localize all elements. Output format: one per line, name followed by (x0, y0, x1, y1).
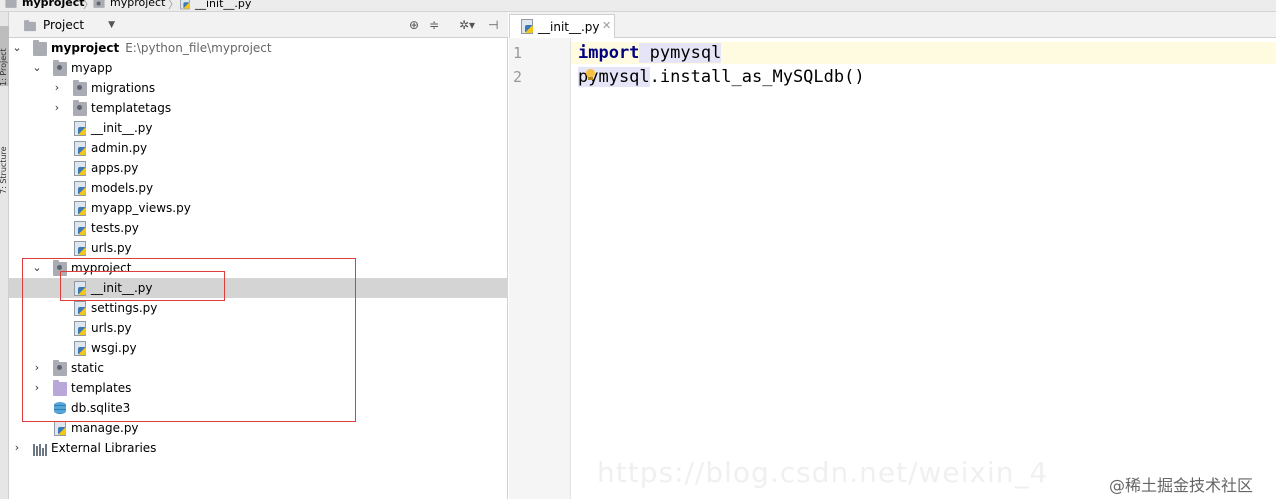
tree-item-admin[interactable]: admin.py (9, 138, 508, 158)
tree-item-myapp[interactable]: ⌄ myapp (9, 58, 508, 78)
line-number: 1 (513, 44, 523, 62)
collapse-icon[interactable]: ≑ (429, 18, 439, 32)
package-folder-icon (53, 60, 67, 76)
highlight-box-init (60, 271, 225, 301)
python-file-icon (73, 161, 87, 176)
project-icon (24, 19, 36, 31)
folder-icon (33, 40, 47, 56)
chevron-down-icon[interactable]: ⌄ (12, 42, 22, 53)
structure-tool-tab[interactable]: 7: Structure (0, 114, 9, 194)
project-panel-header: Project ▼ ⊕ ≑ ✲▾ ⊣ (9, 12, 508, 38)
hide-icon[interactable]: ⊣ (488, 18, 498, 32)
tree-item-migrations[interactable]: › migrations (9, 78, 508, 98)
package-folder-icon (73, 80, 87, 96)
tree-item-myapp-urls[interactable]: urls.py (9, 238, 508, 258)
python-file-icon (73, 181, 87, 196)
chevron-right-icon[interactable]: › (52, 102, 62, 113)
editor-area: __init__.py ✕ 1 2 import pymysql pymysql… (509, 12, 1276, 499)
tree-item-models[interactable]: models.py (9, 178, 508, 198)
breadcrumb-item-file[interactable]: __init__.py (178, 0, 251, 10)
python-file-icon (73, 201, 87, 216)
python-file-icon (179, 0, 190, 10)
tree-item-myapp-init[interactable]: __init__.py (9, 118, 508, 138)
project-tool-tab[interactable]: 1: Project (0, 26, 9, 86)
libraries-icon (33, 442, 47, 456)
gear-icon[interactable]: ✲▾ (459, 18, 475, 32)
navigation-breadcrumb: myproject 〉 myproject 〉 __init__.py (0, 0, 1276, 12)
editor-tab-init[interactable]: __init__.py ✕ (509, 14, 615, 38)
package-folder-icon (93, 0, 105, 8)
breadcrumb-item-project[interactable]: myproject (4, 0, 85, 9)
line-number: 2 (513, 68, 523, 86)
python-file-icon (73, 241, 87, 256)
tree-item-myapp-views[interactable]: myapp_views.py (9, 198, 508, 218)
project-panel: Project ▼ ⊕ ≑ ✲▾ ⊣ ⌄ myproject E:\python_… (9, 12, 508, 499)
editor-tab-bar: __init__.py ✕ (509, 12, 1276, 38)
tree-item-apps[interactable]: apps.py (9, 158, 508, 178)
python-file-icon (520, 19, 534, 34)
python-file-icon (73, 221, 87, 236)
url-watermark: https://blog.csdn.net/weixin_4 (597, 456, 1049, 489)
lightbulb-icon[interactable] (586, 69, 595, 80)
python-file-icon (53, 421, 67, 436)
project-view-selector[interactable]: Project ▼ (23, 18, 115, 32)
code-line-2[interactable]: pymysql.install_as_MySQLdb() (578, 67, 865, 87)
tree-item-templatetags[interactable]: › templatetags (9, 98, 508, 118)
chevron-down-icon: ▼ (108, 20, 115, 30)
chevron-right-icon[interactable]: › (52, 82, 62, 93)
site-watermark: @稀土掘金技术社区 (1109, 476, 1254, 495)
python-file-icon (73, 121, 87, 136)
tree-item-external-libraries[interactable]: › External Libraries (9, 438, 508, 458)
tool-window-strip: 1: Project 7: Structure (0, 12, 9, 499)
chevron-right-icon[interactable]: › (12, 442, 22, 453)
close-icon[interactable]: ✕ (602, 19, 611, 32)
package-folder-icon (73, 100, 87, 116)
breadcrumb-item-package[interactable]: myproject (92, 0, 165, 9)
python-file-icon (73, 141, 87, 156)
chevron-down-icon[interactable]: ⌄ (32, 62, 42, 73)
target-icon[interactable]: ⊕ (409, 18, 419, 32)
line-number-gutter: 1 2 (509, 38, 571, 499)
tree-item-project-root[interactable]: ⌄ myproject E:\python_file\myproject (9, 38, 508, 58)
code-line-1[interactable]: import pymysql (578, 43, 722, 63)
tree-item-tests[interactable]: tests.py (9, 218, 508, 238)
folder-icon (5, 0, 17, 8)
